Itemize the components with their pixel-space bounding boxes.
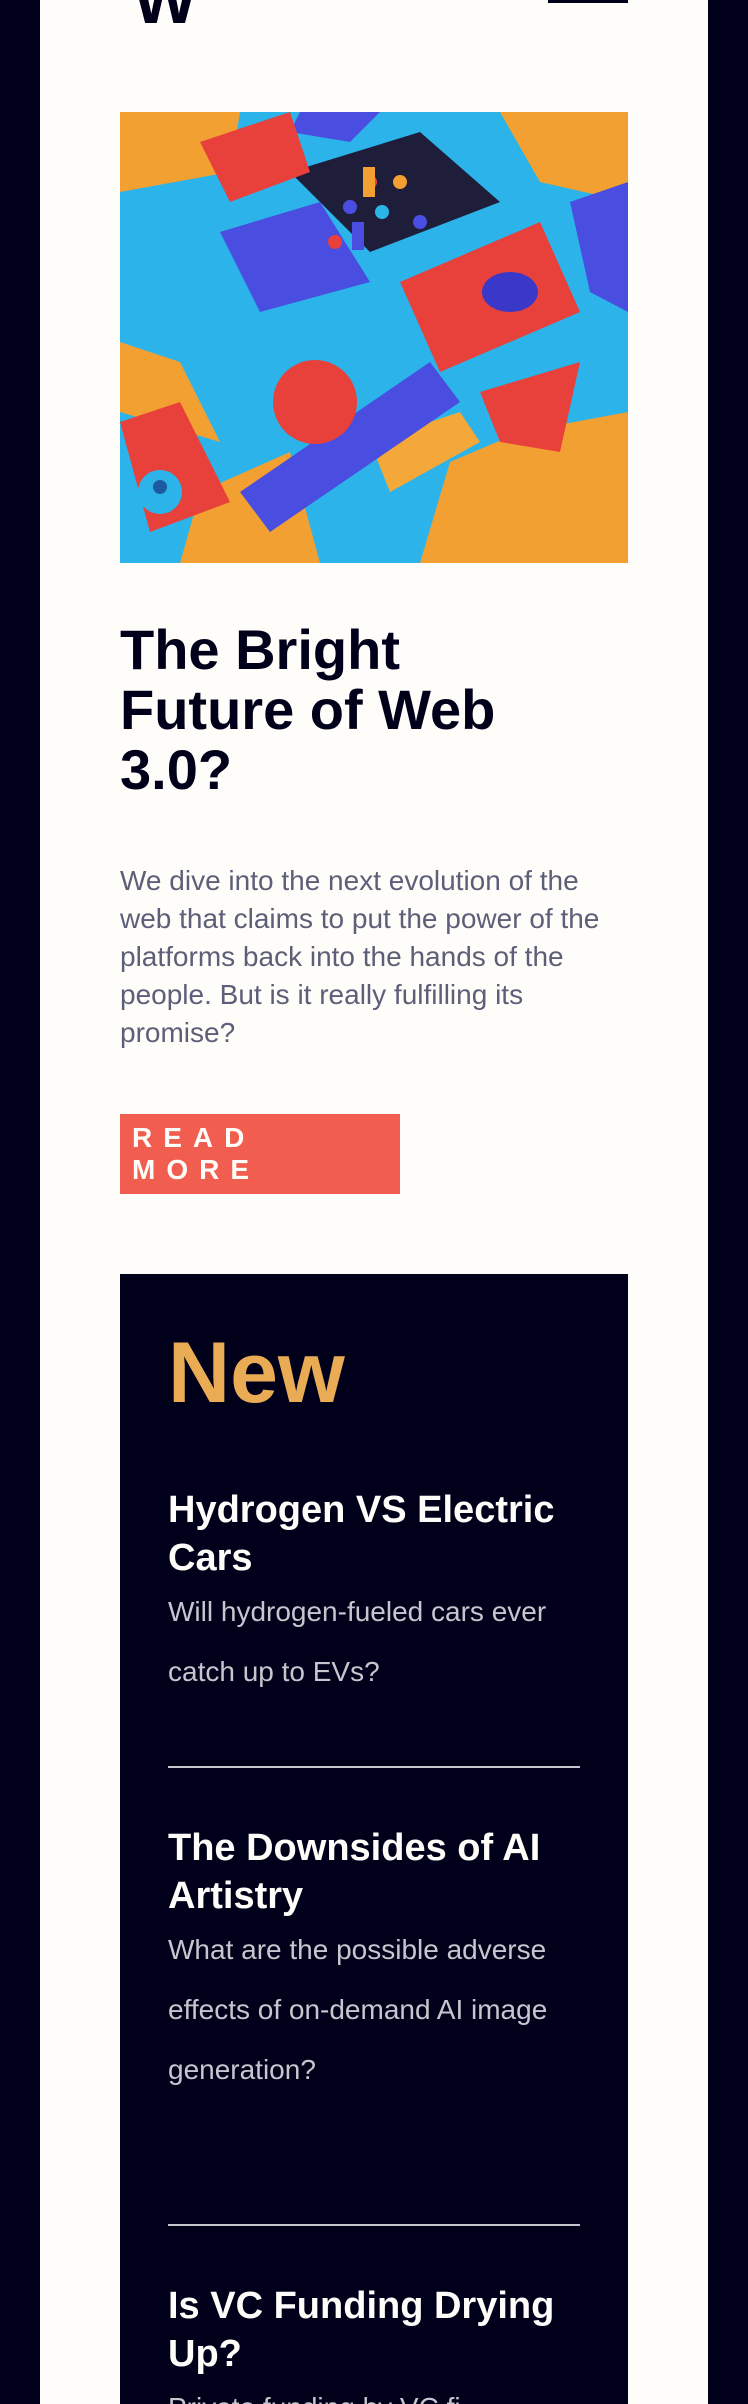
news-item-title[interactable]: Hydrogen VS Electric Cars: [168, 1486, 580, 1582]
article-title: The Bright Future of Web 3.0?: [120, 618, 496, 801]
news-item[interactable]: The Downsides of AI Artistry What are th…: [168, 1824, 580, 2100]
news-item-description: Will hydrogen-fueled cars ever catch up …: [168, 1596, 547, 1687]
news-item-title[interactable]: The Downsides of AI Artistry: [168, 1824, 580, 1920]
hero-image: [120, 112, 628, 563]
new-section-heading: New: [168, 1325, 345, 1421]
page: W The Bright Future of Web 3.0? We dive …: [40, 0, 708, 2404]
article-description: We dive into the next evolution of the w…: [120, 865, 600, 1048]
news-item-description: Private funding by VC fi: [168, 2378, 580, 2404]
news-item-description: What are the possible adverse effects of…: [168, 1934, 548, 2085]
news-item-title[interactable]: Is VC Funding Drying Up?: [168, 2282, 580, 2378]
abstract-3d-shapes-illustration: [120, 112, 628, 563]
news-divider: [168, 1766, 580, 1768]
news-item[interactable]: Hydrogen VS Electric Cars Will hydrogen-…: [168, 1486, 580, 1702]
hamburger-menu-icon[interactable]: [548, 0, 628, 3]
logo-letter: W: [133, 0, 197, 38]
news-item[interactable]: Is VC Funding Drying Up? Private funding…: [168, 2282, 580, 2404]
news-divider: [168, 2224, 580, 2226]
read-more-button[interactable]: READ MORE: [120, 1114, 400, 1194]
site-logo[interactable]: W: [133, 0, 197, 34]
new-articles-panel: New Hydrogen VS Electric Cars Will hydro…: [120, 1274, 628, 2404]
